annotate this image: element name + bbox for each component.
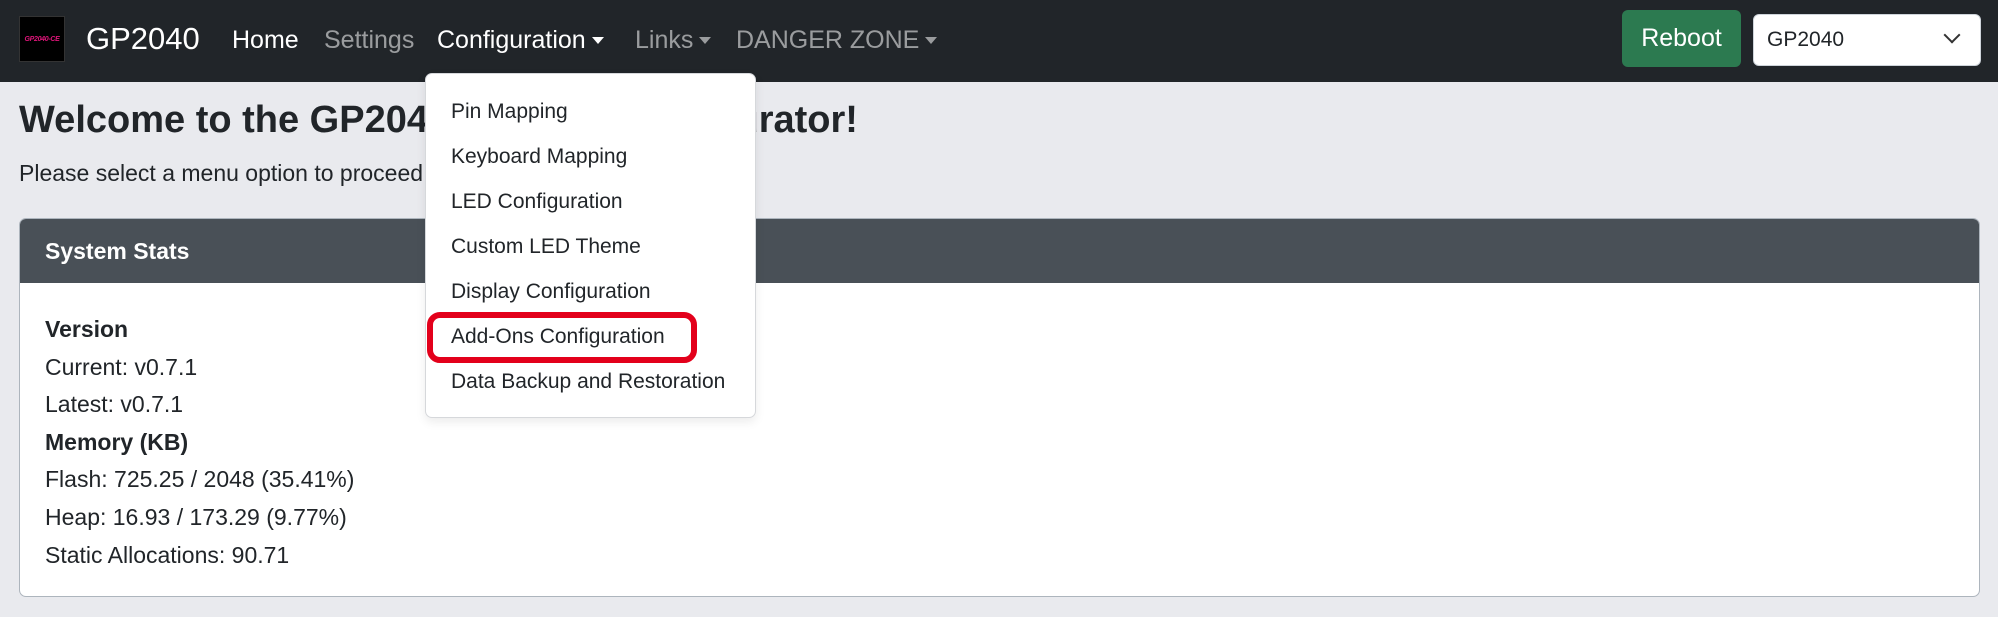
system-stats-card: System Stats Version Current: v0.7.1 Lat… [19, 218, 1980, 597]
chevron-down-icon [1943, 26, 1961, 44]
flash-memory: Flash: 725.25 / 2048 (35.41%) [45, 466, 355, 493]
nav-configuration-label: Configuration [437, 26, 586, 54]
menu-item-data-backup-restoration[interactable]: Data Backup and Restoration [451, 368, 725, 396]
nav-danger-zone[interactable]: DANGER ZONE [736, 23, 938, 57]
board-select[interactable]: GP2040 [1753, 14, 1981, 66]
top-navbar: GP2040-CE GP2040 Home Settings Configura… [0, 0, 1998, 82]
memory-heading: Memory (KB) [45, 428, 189, 455]
system-stats-header: System Stats [20, 219, 1979, 283]
heap-memory: Heap: 16.93 / 173.29 (9.77%) [45, 503, 347, 530]
page-subtitle: Please select a menu option to proceed. [19, 160, 430, 186]
reboot-button[interactable]: Reboot [1622, 10, 1741, 67]
system-stats-body: Version Current: v0.7.1 Latest: v0.7.1 M… [20, 283, 1979, 596]
caret-down-icon [925, 37, 938, 44]
highlight-annotation [427, 312, 697, 363]
configuration-dropdown-menu: Pin Mapping Keyboard Mapping LED Configu… [425, 73, 756, 418]
nav-settings[interactable]: Settings [324, 23, 414, 57]
version-heading: Version [45, 316, 129, 342]
latest-version: Latest: v0.7.1 [45, 391, 184, 418]
board-select-value: GP2040 [1767, 28, 1845, 51]
nav-danger-zone-label: DANGER ZONE [736, 26, 920, 54]
brand-logo[interactable]: GP2040-CE [19, 16, 65, 62]
brand-name[interactable]: GP2040 [86, 19, 200, 59]
nav-home[interactable]: Home [232, 23, 299, 57]
menu-item-custom-led-theme[interactable]: Custom LED Theme [451, 233, 641, 261]
nav-settings-label: Settings [324, 26, 415, 54]
menu-item-pin-mapping[interactable]: Pin Mapping [451, 98, 568, 126]
brand-logo-text: GP2040-CE [24, 35, 60, 43]
caret-down-icon [699, 37, 712, 44]
nav-links-label: Links [635, 26, 694, 54]
nav-links[interactable]: Links [635, 23, 712, 57]
menu-item-keyboard-mapping[interactable]: Keyboard Mapping [451, 143, 627, 171]
nav-configuration[interactable]: Configuration [437, 23, 604, 57]
nav-home-label: Home [232, 26, 299, 54]
caret-down-icon [591, 37, 604, 44]
menu-item-led-configuration[interactable]: LED Configuration [451, 188, 623, 216]
current-version: Current: v0.7.1 [45, 353, 198, 380]
static-allocations: Static Allocations: 90.71 [45, 541, 290, 568]
menu-item-display-configuration[interactable]: Display Configuration [451, 278, 651, 306]
